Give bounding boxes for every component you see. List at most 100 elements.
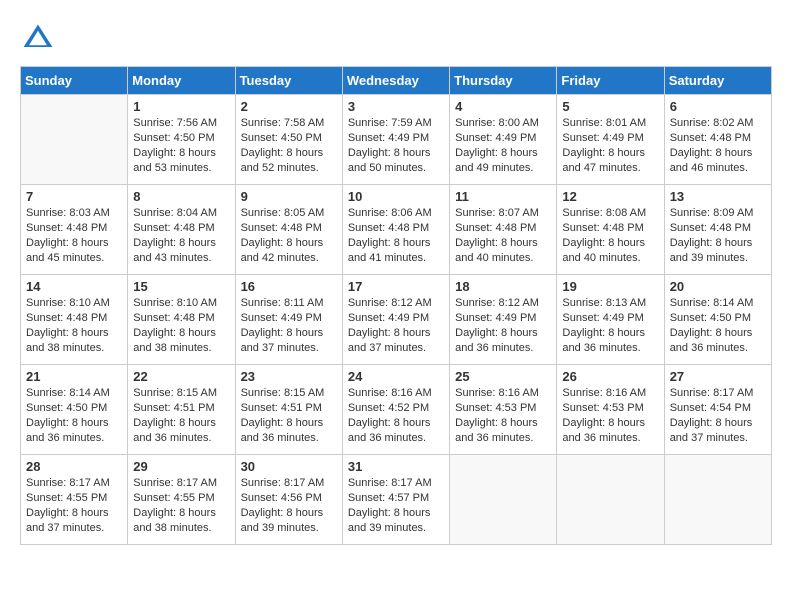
day-cell: 10Sunrise: 8:06 AMSunset: 4:48 PMDayligh… xyxy=(342,185,449,275)
cell-info-line: and 38 minutes. xyxy=(133,341,229,356)
cell-info-line: Sunset: 4:48 PM xyxy=(455,221,551,236)
day-header-tuesday: Tuesday xyxy=(235,67,342,95)
cell-info-line: Daylight: 8 hours xyxy=(455,326,551,341)
cell-info-line: and 36 minutes. xyxy=(562,341,658,356)
day-header-wednesday: Wednesday xyxy=(342,67,449,95)
cell-info-line: and 36 minutes. xyxy=(133,431,229,446)
day-number: 23 xyxy=(241,369,337,384)
cell-info-line: and 36 minutes. xyxy=(562,431,658,446)
cell-info-line: Sunset: 4:53 PM xyxy=(455,401,551,416)
cell-info-line: Sunrise: 8:15 AM xyxy=(241,386,337,401)
day-cell: 27Sunrise: 8:17 AMSunset: 4:54 PMDayligh… xyxy=(664,365,771,455)
cell-info-line: Sunset: 4:49 PM xyxy=(562,311,658,326)
cell-info-line: Sunset: 4:49 PM xyxy=(455,311,551,326)
cell-info-line: Daylight: 8 hours xyxy=(348,326,444,341)
cell-info-line: Daylight: 8 hours xyxy=(348,236,444,251)
day-cell: 23Sunrise: 8:15 AMSunset: 4:51 PMDayligh… xyxy=(235,365,342,455)
cell-info-line: Daylight: 8 hours xyxy=(670,146,766,161)
day-cell: 20Sunrise: 8:14 AMSunset: 4:50 PMDayligh… xyxy=(664,275,771,365)
day-cell: 5Sunrise: 8:01 AMSunset: 4:49 PMDaylight… xyxy=(557,95,664,185)
cell-info-line: Daylight: 8 hours xyxy=(562,146,658,161)
day-cell: 12Sunrise: 8:08 AMSunset: 4:48 PMDayligh… xyxy=(557,185,664,275)
cell-info-line: and 40 minutes. xyxy=(455,251,551,266)
cell-info-line: and 36 minutes. xyxy=(348,431,444,446)
cell-info-line: Sunset: 4:48 PM xyxy=(348,221,444,236)
cell-info-line: Sunrise: 8:00 AM xyxy=(455,116,551,131)
day-number: 2 xyxy=(241,99,337,114)
day-number: 7 xyxy=(26,189,122,204)
cell-info-line: Sunrise: 8:17 AM xyxy=(670,386,766,401)
day-number: 30 xyxy=(241,459,337,474)
cell-info-line: Sunrise: 8:14 AM xyxy=(670,296,766,311)
cell-info-line: Sunset: 4:48 PM xyxy=(670,221,766,236)
cell-info-line: and 40 minutes. xyxy=(562,251,658,266)
cell-info-line: Sunrise: 8:12 AM xyxy=(455,296,551,311)
week-row-1: 7Sunrise: 8:03 AMSunset: 4:48 PMDaylight… xyxy=(21,185,772,275)
cell-info-line: Sunrise: 8:11 AM xyxy=(241,296,337,311)
cell-info-line: and 36 minutes. xyxy=(670,341,766,356)
cell-info-line: and 39 minutes. xyxy=(241,521,337,536)
cell-info-line: Sunset: 4:51 PM xyxy=(133,401,229,416)
day-number: 4 xyxy=(455,99,551,114)
day-number: 14 xyxy=(26,279,122,294)
cell-info-line: and 39 minutes. xyxy=(670,251,766,266)
cell-info-line: Sunrise: 8:05 AM xyxy=(241,206,337,221)
day-number: 15 xyxy=(133,279,229,294)
day-number: 8 xyxy=(133,189,229,204)
cell-info-line: Sunrise: 7:56 AM xyxy=(133,116,229,131)
cell-info-line: Sunrise: 8:15 AM xyxy=(133,386,229,401)
cell-info-line: Sunset: 4:52 PM xyxy=(348,401,444,416)
cell-info-line: Sunset: 4:49 PM xyxy=(455,131,551,146)
cell-info-line: Sunrise: 8:16 AM xyxy=(455,386,551,401)
cell-info-line: Daylight: 8 hours xyxy=(348,416,444,431)
day-cell: 21Sunrise: 8:14 AMSunset: 4:50 PMDayligh… xyxy=(21,365,128,455)
cell-info-line: Daylight: 8 hours xyxy=(562,236,658,251)
cell-info-line: Sunrise: 8:09 AM xyxy=(670,206,766,221)
cell-info-line: Sunrise: 8:13 AM xyxy=(562,296,658,311)
logo-icon xyxy=(20,20,56,56)
day-header-sunday: Sunday xyxy=(21,67,128,95)
day-cell: 19Sunrise: 8:13 AMSunset: 4:49 PMDayligh… xyxy=(557,275,664,365)
cell-info-line: Sunset: 4:48 PM xyxy=(26,311,122,326)
cell-info-line: Sunset: 4:55 PM xyxy=(26,491,122,506)
day-number: 17 xyxy=(348,279,444,294)
cell-info-line: Sunset: 4:53 PM xyxy=(562,401,658,416)
day-cell: 3Sunrise: 7:59 AMSunset: 4:49 PMDaylight… xyxy=(342,95,449,185)
cell-info-line: Daylight: 8 hours xyxy=(670,326,766,341)
cell-info-line: Sunset: 4:50 PM xyxy=(133,131,229,146)
cell-info-line: Sunrise: 8:02 AM xyxy=(670,116,766,131)
cell-info-line: Daylight: 8 hours xyxy=(26,326,122,341)
cell-info-line: Sunset: 4:49 PM xyxy=(562,131,658,146)
cell-info-line: Daylight: 8 hours xyxy=(670,416,766,431)
cell-info-line: and 45 minutes. xyxy=(26,251,122,266)
cell-info-line: Daylight: 8 hours xyxy=(133,326,229,341)
day-number: 3 xyxy=(348,99,444,114)
cell-info-line: Sunset: 4:56 PM xyxy=(241,491,337,506)
cell-info-line: Sunrise: 8:08 AM xyxy=(562,206,658,221)
cell-info-line: Sunrise: 8:17 AM xyxy=(348,476,444,491)
day-cell: 16Sunrise: 8:11 AMSunset: 4:49 PMDayligh… xyxy=(235,275,342,365)
day-cell: 14 Sunrise: 8:10 AMSunset: 4:48 PMDayligh… xyxy=(21,275,128,365)
day-number: 12 xyxy=(562,189,658,204)
day-number: 29 xyxy=(133,459,229,474)
day-cell: 18Sunrise: 8:12 AMSunset: 4:49 PMDayligh… xyxy=(450,275,557,365)
day-cell: 28Sunrise: 8:17 AMSunset: 4:55 PMDayligh… xyxy=(21,455,128,545)
cell-info-line: Daylight: 8 hours xyxy=(562,416,658,431)
day-cell: 15Sunrise: 8:10 AMSunset: 4:48 PMDayligh… xyxy=(128,275,235,365)
cell-info-line: and 36 minutes. xyxy=(455,341,551,356)
cell-info-line: Daylight: 8 hours xyxy=(133,236,229,251)
calendar-table: SundayMondayTuesdayWednesdayThursdayFrid… xyxy=(20,66,772,545)
cell-info-line: Daylight: 8 hours xyxy=(133,506,229,521)
day-cell xyxy=(557,455,664,545)
day-number: 19 xyxy=(562,279,658,294)
cell-info-line: Sunset: 4:50 PM xyxy=(670,311,766,326)
day-number: 25 xyxy=(455,369,551,384)
cell-info-line: Sunset: 4:48 PM xyxy=(26,221,122,236)
day-number: 21 xyxy=(26,369,122,384)
cell-info-line: Daylight: 8 hours xyxy=(348,506,444,521)
cell-info-line: and 37 minutes. xyxy=(670,431,766,446)
day-header-saturday: Saturday xyxy=(664,67,771,95)
cell-info-line: Sunrise: 8:10 AM xyxy=(26,296,122,311)
day-number: 10 xyxy=(348,189,444,204)
cell-info-line: Sunrise: 8:16 AM xyxy=(562,386,658,401)
